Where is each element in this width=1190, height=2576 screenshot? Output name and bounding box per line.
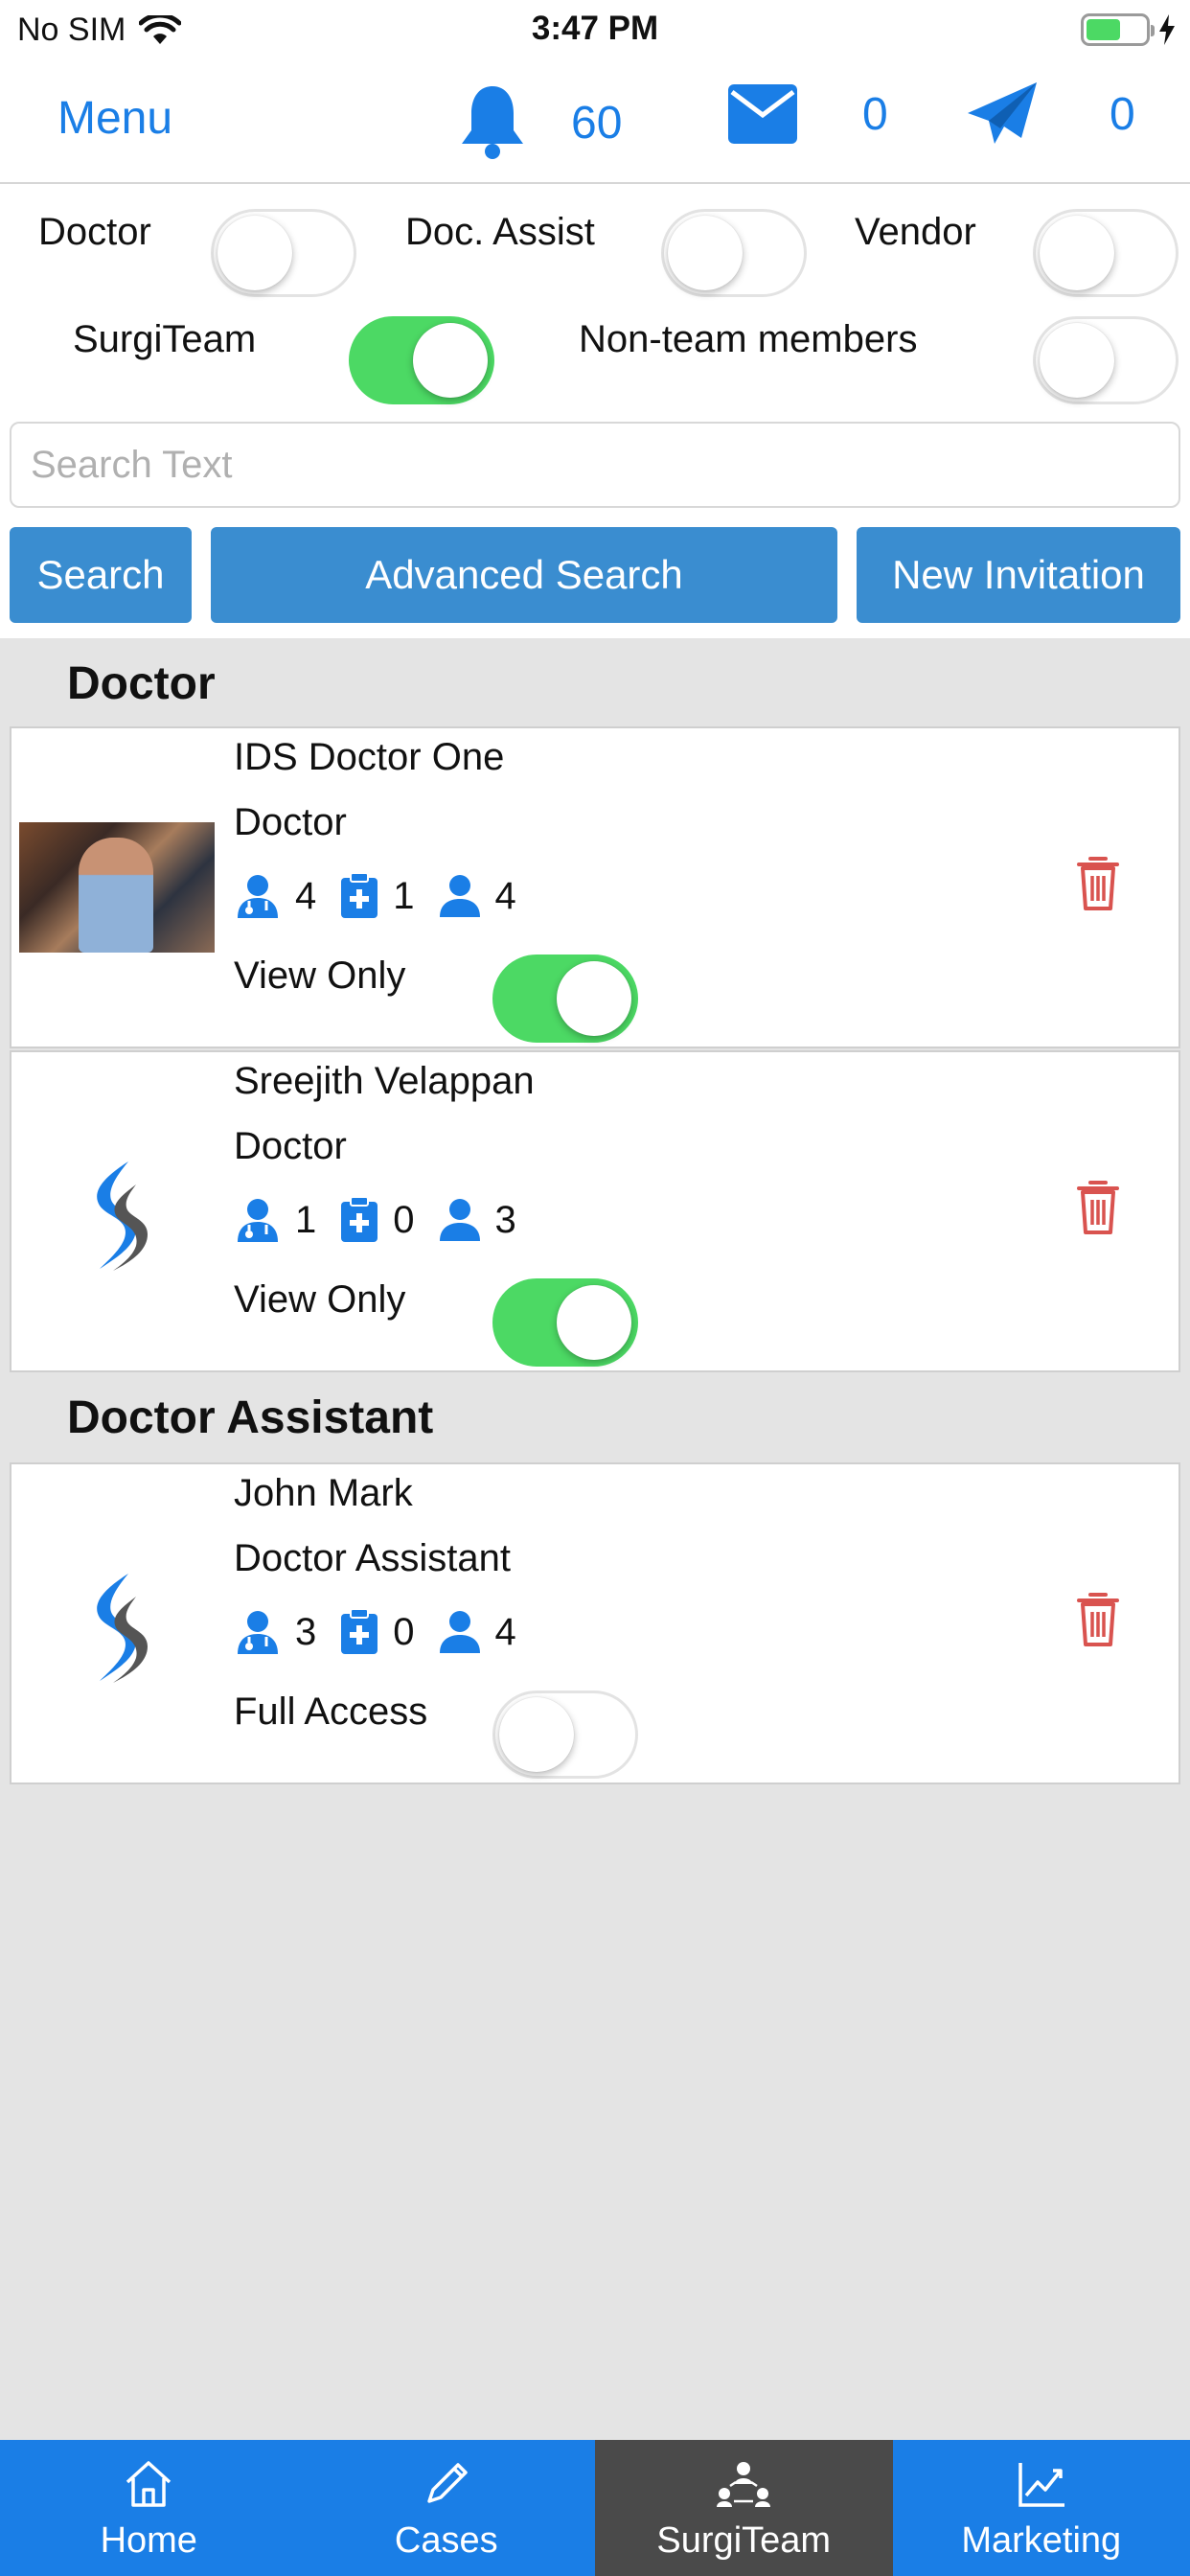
member-card[interactable]: John Mark Doctor Assistant 3 0 4 Full Ac…: [10, 1462, 1180, 1784]
notifications-count: 60: [571, 97, 623, 149]
access-label: View Only: [234, 1278, 406, 1321]
access-toggle[interactable]: [492, 954, 638, 1043]
nav-bar: Menu 60 0 0: [0, 67, 1190, 184]
sent-button[interactable]: 0: [966, 80, 1135, 148]
filter-non-team-toggle[interactable]: [1033, 316, 1179, 404]
member-card[interactable]: Sreejith Velappan Doctor 1 0 3 View Only: [10, 1050, 1180, 1372]
tab-label: Home: [100, 2520, 197, 2561]
member-stats: 1 0 3: [234, 1196, 539, 1244]
clipboard-icon: [341, 1196, 378, 1242]
section-header-doctor: Doctor: [10, 640, 1180, 726]
member-stats: 3 0 4: [234, 1608, 539, 1656]
trash-icon[interactable]: [1075, 1179, 1121, 1236]
stat-value: 3: [295, 1610, 317, 1653]
tab-marketing[interactable]: Marketing: [893, 2440, 1190, 2576]
advanced-search-button[interactable]: Advanced Search: [211, 527, 837, 623]
stat-value: 4: [494, 874, 516, 917]
bell-icon: [462, 86, 523, 159]
clock: 3:47 PM: [531, 10, 659, 47]
paper-plane-icon: [968, 82, 1037, 144]
battery-icon: [1081, 13, 1155, 46]
notifications-button[interactable]: 60: [454, 80, 622, 165]
pen-icon: [427, 2463, 468, 2503]
chart-icon: [1018, 2463, 1064, 2507]
clipboard-icon: [341, 872, 378, 918]
sent-count: 0: [1110, 88, 1135, 140]
member-name: IDS Doctor One: [234, 736, 505, 778]
user-icon: [439, 875, 480, 917]
search-input[interactable]: [10, 422, 1180, 508]
menu-button[interactable]: Menu: [57, 92, 172, 145]
user-icon: [439, 1199, 480, 1241]
stat-value: 1: [393, 874, 415, 917]
doctor-icon: [238, 1611, 278, 1654]
section-header-doctor-assistant: Doctor Assistant: [10, 1374, 1180, 1460]
logo-icon: [97, 1162, 148, 1271]
trash-icon[interactable]: [1075, 1591, 1121, 1648]
tab-bar: Home Cases SurgiTeam Marketing: [0, 2440, 1190, 2576]
tab-label: SurgiTeam: [656, 2520, 832, 2561]
filter-doctor-label: Doctor: [38, 211, 151, 253]
member-name: John Mark: [234, 1472, 413, 1514]
tab-surgiteam[interactable]: SurgiTeam: [595, 2440, 893, 2576]
stat-value: 4: [494, 1610, 516, 1653]
filter-surgiteam-label: SurgiTeam: [73, 318, 257, 360]
messages-button[interactable]: 0: [726, 80, 888, 148]
new-invitation-button[interactable]: New Invitation: [857, 527, 1180, 623]
member-stats: 4 1 4: [234, 872, 539, 920]
filter-doc-assist-toggle[interactable]: [661, 209, 807, 297]
stat-value: 4: [295, 874, 317, 917]
tab-label: Cases: [394, 2520, 498, 2561]
trash-icon[interactable]: [1075, 855, 1121, 912]
tab-cases[interactable]: Cases: [298, 2440, 596, 2576]
stat-value: 1: [295, 1198, 317, 1241]
doctor-icon: [238, 875, 278, 918]
search-button[interactable]: Search: [10, 527, 192, 623]
member-name: Sreejith Velappan: [234, 1060, 535, 1102]
member-card[interactable]: IDS Doctor One Doctor 4 1 4 View Only: [10, 726, 1180, 1048]
charging-icon: [1159, 14, 1175, 45]
tab-label: Marketing: [961, 2520, 1122, 2561]
filter-doc-assist-label: Doc. Assist: [405, 211, 595, 253]
access-toggle[interactable]: [492, 1278, 638, 1367]
team-icon: [717, 2462, 771, 2507]
filter-vendor-toggle[interactable]: [1033, 209, 1179, 297]
member-role: Doctor: [234, 1125, 347, 1167]
stat-value: 0: [393, 1610, 415, 1653]
filter-non-team-label: Non-team members: [579, 318, 918, 360]
envelope-icon: [728, 84, 797, 144]
logo-icon: [97, 1574, 148, 1683]
filter-doctor-toggle[interactable]: [211, 209, 356, 297]
avatar: [19, 822, 215, 953]
filter-vendor-label: Vendor: [855, 211, 976, 253]
member-role: Doctor: [234, 801, 347, 843]
doctor-icon: [238, 1199, 278, 1242]
stat-value: 3: [494, 1198, 516, 1241]
access-label: Full Access: [234, 1690, 428, 1733]
filter-surgiteam-toggle[interactable]: [349, 316, 494, 404]
access-label: View Only: [234, 954, 406, 997]
clipboard-icon: [341, 1608, 378, 1654]
user-icon: [439, 1611, 480, 1653]
stat-value: 0: [393, 1198, 415, 1241]
tab-home[interactable]: Home: [0, 2440, 298, 2576]
access-toggle[interactable]: [492, 1690, 638, 1779]
messages-count: 0: [862, 88, 888, 140]
status-bar: No SIM 3:47 PM: [0, 0, 1190, 58]
home-icon: [126, 2461, 172, 2507]
member-role: Doctor Assistant: [234, 1537, 512, 1579]
